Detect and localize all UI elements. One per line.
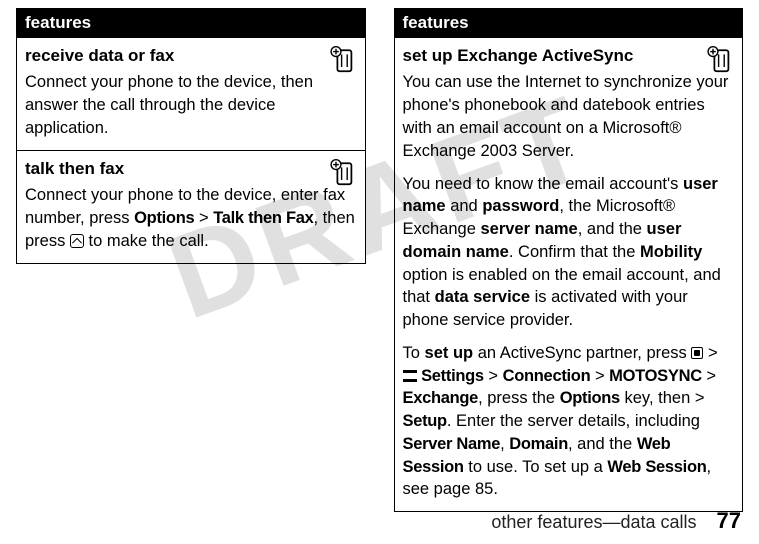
text: > — [484, 367, 503, 385]
left-header: features — [17, 9, 365, 37]
text: , and the — [578, 220, 647, 238]
text: key, then > — [620, 389, 705, 407]
bold-mobility: Mobility — [640, 243, 702, 261]
menu-setup: Setup — [403, 412, 447, 430]
paragraph-3: To set up an ActiveSync partner, press >… — [403, 342, 735, 501]
bold-set-up: set up — [425, 344, 474, 362]
cell-activesync: set up Exchange ActiveSync You can use t… — [395, 37, 743, 511]
text: to use. To set up a — [464, 458, 608, 476]
text: > — [703, 344, 717, 362]
right-column: features set up Exchange ActiveSync You … — [394, 8, 744, 512]
menu-settings: Settings — [421, 367, 484, 385]
bold-password: password — [482, 197, 559, 215]
cell-body: Connect your phone to the device, then a… — [25, 71, 357, 139]
cell-title: set up Exchange ActiveSync — [403, 44, 735, 67]
text: > — [194, 209, 213, 227]
text: To — [403, 344, 425, 362]
left-column: features receive data or fax Connect you… — [16, 8, 366, 264]
cell-body: Connect your phone to the device, enter … — [25, 184, 357, 252]
send-key-icon — [70, 234, 84, 248]
two-column-layout: features receive data or fax Connect you… — [0, 0, 759, 512]
bold-data-service: data service — [435, 288, 530, 306]
sim-plus-icon — [329, 46, 357, 74]
text: to make the call. — [84, 232, 209, 250]
menu-exchange: Exchange — [403, 389, 479, 407]
text: > — [702, 367, 716, 385]
center-key-icon — [691, 347, 703, 359]
menu-options: Options — [134, 209, 194, 227]
text: , press the — [478, 389, 560, 407]
menu-server-name: Server Name — [403, 435, 501, 453]
right-header: features — [395, 9, 743, 37]
text: an ActiveSync partner, press — [473, 344, 691, 362]
menu-motosync: MOTOSYNC — [609, 367, 702, 385]
text: . Enter the server details, including — [447, 412, 700, 430]
footer-label: other features—data calls — [491, 512, 696, 533]
cell-talk-then-fax: talk then fax Connect your phone to the … — [17, 150, 365, 263]
menu-talk-then-fax: Talk then Fax — [213, 209, 313, 227]
feature-icon — [329, 46, 357, 81]
text: You need to know the email account's — [403, 175, 683, 193]
text: . Confirm that the — [509, 243, 640, 261]
menu-web-session: Web Session — [607, 458, 706, 476]
menu-domain: Domain — [509, 435, 568, 453]
sim-plus-icon — [329, 159, 357, 187]
bold-server-name: server name — [480, 220, 577, 238]
text: , and the — [568, 435, 637, 453]
text: , — [500, 435, 509, 453]
cell-receive-data-fax: receive data or fax Connect your phone t… — [17, 37, 365, 150]
text: and — [446, 197, 483, 215]
menu-options: Options — [560, 389, 620, 407]
feature-icon — [706, 46, 734, 81]
cell-title: talk then fax — [25, 157, 357, 180]
settings-icon — [403, 370, 417, 382]
menu-connection: Connection — [503, 367, 591, 385]
paragraph-1: You can use the Internet to synchronize … — [403, 71, 735, 162]
feature-icon — [329, 159, 357, 194]
text: > — [590, 367, 609, 385]
cell-title: receive data or fax — [25, 44, 357, 67]
paragraph-2: You need to know the email account's use… — [403, 173, 735, 332]
sim-plus-icon — [706, 46, 734, 74]
